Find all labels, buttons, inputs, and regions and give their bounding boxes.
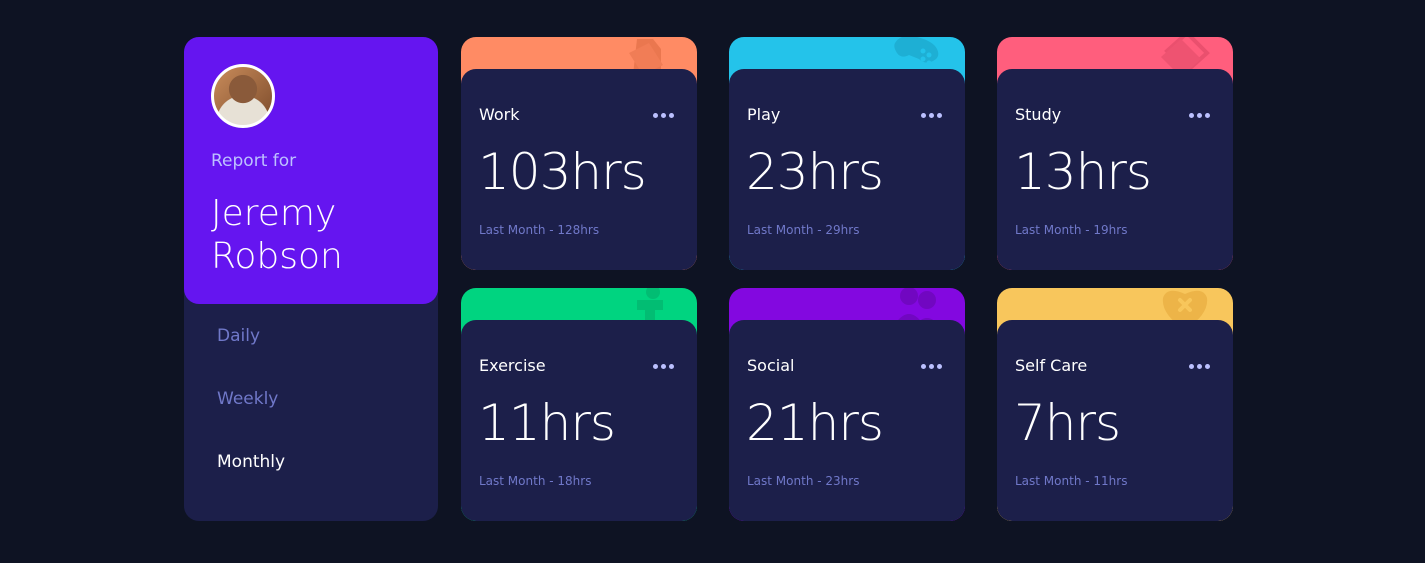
activity-previous: Last Month - 19hrs bbox=[1015, 223, 1128, 237]
activity-card-body: Work 103hrs Last Month - 128hrs bbox=[461, 69, 697, 270]
activity-title: Social bbox=[747, 356, 795, 375]
activity-card-social: Social 21hrs Last Month - 23hrs bbox=[729, 288, 965, 521]
more-options-icon[interactable] bbox=[653, 109, 675, 121]
activity-hours: 23hrs bbox=[746, 143, 884, 201]
period-daily[interactable]: Daily bbox=[217, 326, 260, 346]
more-options-icon[interactable] bbox=[1189, 360, 1211, 372]
activity-hours: 21hrs bbox=[746, 394, 884, 452]
time-tracking-dashboard: Report for Jeremy Robson Daily Weekly Mo… bbox=[0, 0, 1425, 563]
activity-hours: 11hrs bbox=[478, 394, 616, 452]
period-weekly[interactable]: Weekly bbox=[217, 389, 278, 409]
profile-header: Report for Jeremy Robson bbox=[184, 37, 438, 304]
report-for-label: Report for bbox=[211, 151, 297, 171]
more-options-icon[interactable] bbox=[921, 360, 943, 372]
user-name: Jeremy Robson bbox=[211, 193, 343, 277]
activity-card-work: Work 103hrs Last Month - 128hrs bbox=[461, 37, 697, 270]
activity-card-self-care: Self Care 7hrs Last Month - 11hrs bbox=[997, 288, 1233, 521]
activity-previous: Last Month - 23hrs bbox=[747, 474, 860, 488]
more-options-icon[interactable] bbox=[921, 109, 943, 121]
period-monthly[interactable]: Monthly bbox=[217, 452, 285, 472]
user-avatar bbox=[211, 64, 275, 128]
activity-card-body: Play 23hrs Last Month - 29hrs bbox=[729, 69, 965, 270]
activity-title: Work bbox=[479, 105, 520, 124]
activity-hours: 13hrs bbox=[1014, 143, 1152, 201]
activity-hours: 103hrs bbox=[478, 143, 647, 201]
activity-card-body: Exercise 11hrs Last Month - 18hrs bbox=[461, 320, 697, 521]
activity-title: Self Care bbox=[1015, 356, 1088, 375]
activity-previous: Last Month - 29hrs bbox=[747, 223, 860, 237]
activity-hours: 7hrs bbox=[1014, 394, 1121, 452]
more-options-icon[interactable] bbox=[1189, 109, 1211, 121]
activity-title: Study bbox=[1015, 105, 1062, 124]
activity-card-exercise: Exercise 11hrs Last Month - 18hrs bbox=[461, 288, 697, 521]
activity-card-body: Self Care 7hrs Last Month - 11hrs bbox=[997, 320, 1233, 521]
activity-card-body: Study 13hrs Last Month - 19hrs bbox=[997, 69, 1233, 270]
profile-card: Report for Jeremy Robson Daily Weekly Mo… bbox=[184, 37, 438, 521]
activity-title: Play bbox=[747, 105, 781, 124]
more-options-icon[interactable] bbox=[653, 360, 675, 372]
activity-card-study: Study 13hrs Last Month - 19hrs bbox=[997, 37, 1233, 270]
activity-title: Exercise bbox=[479, 356, 546, 375]
activity-card-body: Social 21hrs Last Month - 23hrs bbox=[729, 320, 965, 521]
activity-previous: Last Month - 128hrs bbox=[479, 223, 600, 237]
activity-previous: Last Month - 18hrs bbox=[479, 474, 592, 488]
activity-previous: Last Month - 11hrs bbox=[1015, 474, 1128, 488]
activity-card-play: Play 23hrs Last Month - 29hrs bbox=[729, 37, 965, 270]
